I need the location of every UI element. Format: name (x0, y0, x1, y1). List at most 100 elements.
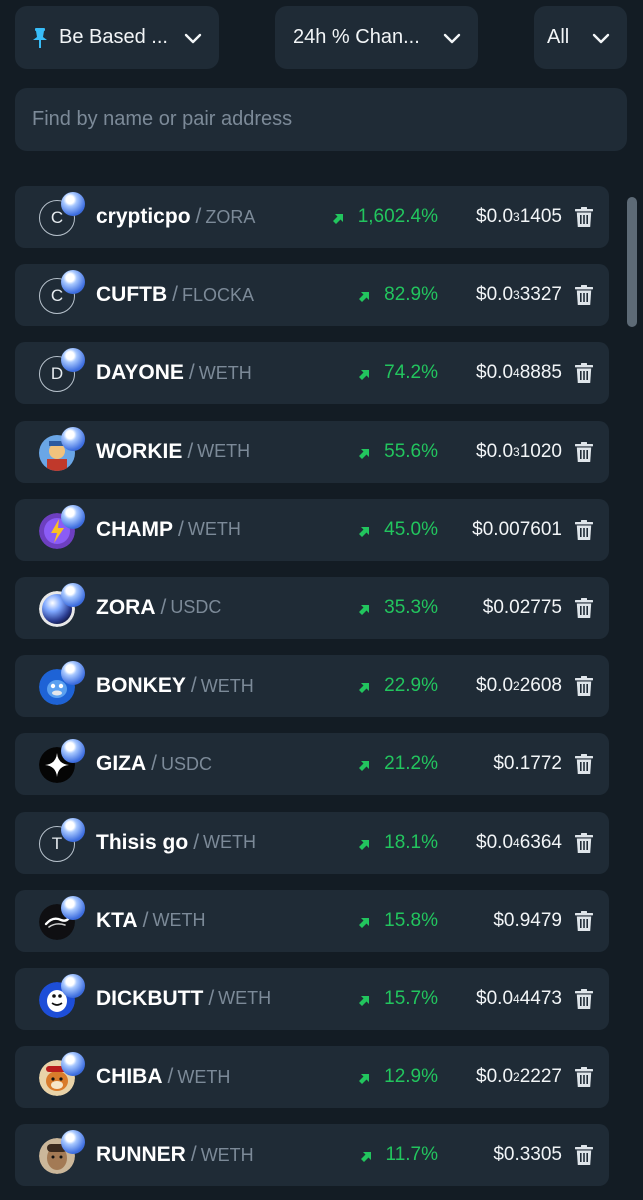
token-pair: FLOCKA (182, 284, 255, 305)
change-cell: 12.9% (359, 1046, 438, 1108)
change-cell: 82.9% (359, 264, 438, 326)
price-prefix: $0.0 (476, 1066, 514, 1088)
token-avatar (39, 973, 89, 1020)
token-row-11[interactable]: DICKBUTT / WETH 15.7% $0.0 4 4473 (15, 967, 609, 1030)
pair-separator: / (167, 1065, 174, 1089)
token-row-9[interactable]: T Thisis go / WETH 18.1% $0.0 4 6364 (15, 811, 609, 874)
chain-scope-label: All (547, 26, 570, 48)
token-avatar (39, 739, 89, 785)
token-name: CUFTB (96, 283, 168, 307)
trash-icon[interactable] (575, 285, 593, 306)
token-row-7[interactable]: BONKEY / WETH 22.9% $0.0 2 2608 (15, 655, 609, 718)
token-name: KTA (96, 908, 138, 932)
token-name: WORKIE (96, 439, 183, 463)
token-name: RUNNER (96, 1143, 186, 1167)
trash-icon[interactable] (575, 1145, 593, 1166)
trash-icon[interactable] (575, 597, 593, 618)
chain-badge-icon (61, 1052, 85, 1077)
filter-bar: Be Based ... 24h % Chan... All (0, 6, 643, 70)
token-pair: WETH (152, 910, 206, 931)
pinned-list-dropdown[interactable]: Be Based ... (15, 6, 219, 69)
chain-badge-icon (61, 739, 85, 764)
token-pair: WETH (197, 441, 251, 462)
price-digits: 8885 (519, 362, 562, 384)
token-avatar (39, 582, 89, 629)
token-row-8[interactable]: GIZA / USDC 21.2% $0.1772 (15, 733, 609, 796)
token-avatar (39, 426, 89, 473)
price-prefix: $0.3305 (493, 1144, 562, 1166)
search-input[interactable] (15, 88, 627, 151)
sort-change-dropdown[interactable]: 24h % Chan... (275, 6, 478, 69)
chain-badge-icon (61, 973, 85, 998)
price-prefix: $0.0 (476, 440, 514, 462)
chain-badge-icon (61, 504, 85, 529)
trash-icon[interactable] (575, 1067, 593, 1088)
change-cell: 21.2% (359, 733, 438, 795)
token-change: 45.0% (384, 518, 438, 540)
price-prefix: $0.007601 (472, 518, 562, 540)
chain-badge-icon (61, 582, 85, 607)
trash-icon[interactable] (575, 988, 593, 1009)
token-row-1[interactable]: C crypticpo / ZORA 1,602.4% $0.0 3 1405 (15, 186, 609, 248)
price-prefix: $0.1772 (493, 753, 562, 775)
price-digits: 3327 (519, 284, 562, 306)
token-price: $0.0 3 3327 (476, 284, 562, 306)
trash-icon[interactable] (575, 363, 593, 384)
token-price: $0.007601 (472, 499, 562, 561)
pair-separator: / (188, 361, 195, 385)
sort-change-label: 24h % Chan... (293, 26, 420, 48)
change-cell: 15.8% (359, 890, 438, 952)
token-row-2[interactable]: C CUFTB / FLOCKA 82.9% $0.0 3 3327 (15, 264, 609, 327)
token-row-12[interactable]: CHIBA / WETH 12.9% $0.0 2 2227 (15, 1046, 609, 1109)
pair-separator: / (190, 1143, 197, 1167)
chain-scope-dropdown[interactable]: All (534, 6, 627, 69)
chain-badge-icon (61, 895, 85, 920)
token-name: CHIBA (96, 1065, 163, 1089)
token-row-4[interactable]: WORKIE / WETH 55.6% $0.0 3 1020 (15, 420, 609, 483)
pair-separator: / (142, 908, 149, 932)
pair-separator: / (208, 986, 215, 1010)
token-name: DICKBUTT (96, 986, 204, 1010)
trash-icon[interactable] (575, 519, 593, 540)
token-change: 12.9% (384, 1066, 438, 1088)
price-digits: 4473 (519, 987, 562, 1009)
token-avatar (39, 1130, 89, 1176)
trash-icon[interactable] (575, 676, 593, 697)
up-arrow-icon (359, 1074, 370, 1085)
up-arrow-icon (359, 683, 370, 694)
chain-badge-icon (61, 192, 85, 216)
trash-icon[interactable] (575, 910, 593, 931)
price-prefix: $0.0 (476, 284, 514, 306)
up-arrow-icon (359, 839, 370, 850)
token-pair: WETH (177, 1066, 231, 1087)
change-cell: 1,602.4% (332, 186, 438, 248)
pair-separator: / (195, 205, 202, 228)
pair-separator: / (160, 595, 167, 619)
token-price: $0.02775 (483, 577, 562, 639)
trash-icon[interactable] (575, 832, 593, 853)
token-watchlist-screen: Be Based ... 24h % Chan... All C cryptic… (0, 0, 643, 1200)
pin-icon (33, 27, 47, 48)
up-arrow-icon (359, 917, 370, 928)
token-avatar: C (39, 192, 89, 238)
token-list: C crypticpo / ZORA 1,602.4% $0.031405 (15, 186, 609, 1200)
chevron-down-icon (184, 33, 202, 44)
token-row-10[interactable]: KTA / WETH 15.8% $0.9479 (15, 889, 609, 952)
price-digits: 2227 (519, 1066, 562, 1088)
up-arrow-icon (359, 526, 370, 537)
change-cell: 15.7% (359, 968, 438, 1030)
trash-icon[interactable] (575, 754, 593, 775)
scrollbar-thumb[interactable] (627, 197, 637, 327)
trash-icon[interactable] (575, 441, 593, 462)
token-row-6[interactable]: ZORA / USDC 35.3% $0.02775 (15, 576, 609, 639)
token-row-5[interactable]: CHAMP / WETH 45.0% $0.007601 (15, 498, 609, 561)
pinned-list-label: Be Based ... (59, 26, 168, 48)
token-row-13[interactable]: RUNNER / WETH 11.7% $0.3305 (15, 1124, 609, 1187)
token-price: $0.0 4 4473 (476, 987, 562, 1009)
token-change: 21.2% (384, 753, 438, 775)
token-row-3[interactable]: D DAYONE / WETH 74.2% $0.0 4 8885 (15, 342, 609, 405)
trash-icon[interactable] (575, 207, 593, 227)
price-prefix: $0.0 (476, 675, 514, 697)
token-change: 15.8% (384, 909, 438, 931)
token-price: $0.3305 (493, 1124, 562, 1186)
